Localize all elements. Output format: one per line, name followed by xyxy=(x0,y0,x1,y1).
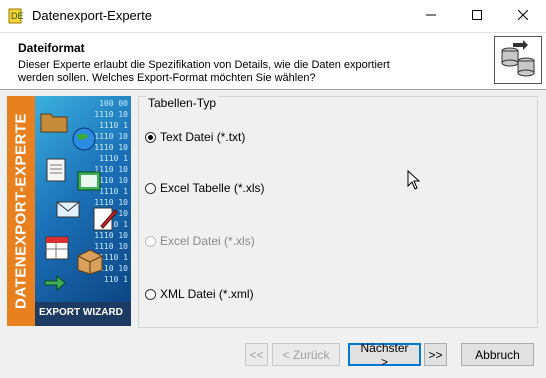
database-export-icon xyxy=(494,36,542,84)
radio-option-txt[interactable]: Text Datei (*.txt) xyxy=(145,129,245,145)
back-button: < Zurück xyxy=(272,343,340,366)
close-button[interactable] xyxy=(500,0,546,32)
package-icon xyxy=(77,249,103,275)
radio-button xyxy=(145,235,156,247)
radio-button[interactable] xyxy=(145,131,156,143)
radio-button[interactable] xyxy=(145,182,156,194)
radio-label: Excel Datei (*.xls) xyxy=(160,234,255,248)
minimize-button[interactable] xyxy=(408,0,454,32)
banner-picture: 100 00 1110 10 1110 1 1110 10 1110 10 11… xyxy=(35,96,131,326)
radio-option-xml[interactable]: XML Datei (*.xml) xyxy=(145,286,254,302)
document-icon xyxy=(46,158,66,182)
mouse-cursor-icon xyxy=(407,170,421,190)
svg-text:DE: DE xyxy=(11,11,24,21)
close-icon xyxy=(517,9,529,23)
window-title: Datenexport-Experte xyxy=(32,8,152,23)
globe-icon xyxy=(72,127,96,151)
app-icon: DE xyxy=(8,8,26,24)
radio-label: XML Datei (*.xml) xyxy=(160,287,254,301)
radio-button[interactable] xyxy=(145,288,156,300)
next-button[interactable]: Nächster > xyxy=(348,341,421,369)
banner-label: EXPORT WIZARD xyxy=(39,307,123,318)
spreadsheet-icon xyxy=(45,236,69,260)
page-title: Dateiformat xyxy=(18,41,85,55)
maximize-button[interactable] xyxy=(454,0,500,32)
maximize-icon xyxy=(472,9,482,23)
banner-vertical-text: DATENEXPORT-EXPERTE xyxy=(12,113,30,309)
first-page-button: << xyxy=(245,343,268,366)
book-icon xyxy=(77,171,101,191)
radio-label: Excel Tabelle (*.xls) xyxy=(160,181,265,195)
last-page-button[interactable]: >> xyxy=(424,343,447,366)
envelope-icon xyxy=(56,201,80,218)
wizard-banner-image: DATENEXPORT-EXPERTE 100 00 1110 10 1110 … xyxy=(7,96,131,326)
title-bar: DE Datenexport-Experte xyxy=(0,0,546,33)
wizard-header: Dateiformat Dieser Experte erlaubt die S… xyxy=(0,33,546,90)
export-arrow-icon xyxy=(44,274,66,292)
radio-label: Text Datei (*.txt) xyxy=(160,130,246,144)
radio-option-excel-table[interactable]: Excel Tabelle (*.xls) xyxy=(145,180,264,196)
radio-option-excel-file: Excel Datei (*.xls) xyxy=(145,233,255,249)
folder-icon xyxy=(40,113,68,133)
cancel-button[interactable]: Abbruch xyxy=(461,343,534,366)
page-description: Dieser Experte erlaubt die Spezifikation… xyxy=(18,59,390,84)
group-title: Tabellen-Typ xyxy=(146,96,219,110)
pen-document-icon xyxy=(93,207,118,231)
minimize-icon xyxy=(426,9,436,23)
